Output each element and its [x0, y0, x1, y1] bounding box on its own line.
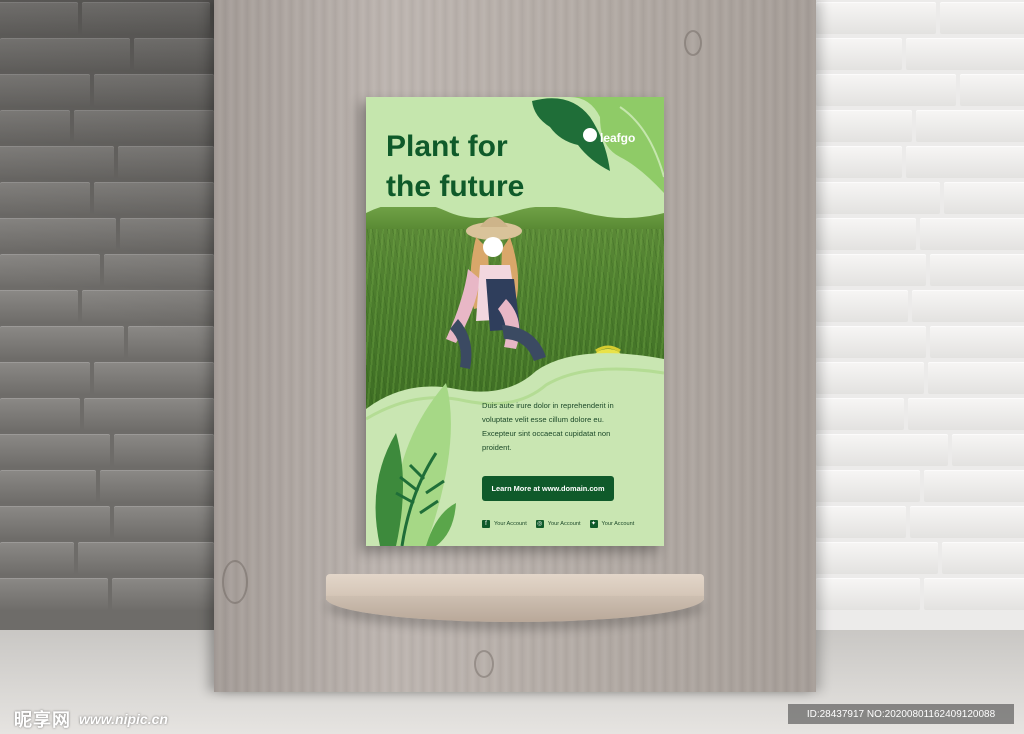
leafgo-logo-icon [583, 128, 597, 142]
social-accounts: f Your Account ◎ Your Account ✦ Your Acc… [482, 520, 634, 528]
body-line: voluptate velit esse cillum dolore eu. [482, 415, 604, 424]
right-brick-wall [816, 0, 1024, 630]
headline-line-2: the future [386, 170, 525, 203]
site-logo: 昵享网 [14, 710, 71, 730]
social-twitter: ✦ Your Account [589, 520, 635, 528]
social-facebook: f Your Account [482, 520, 527, 528]
social-label: Your Account [601, 521, 635, 527]
bottom-left-leaves [375, 383, 456, 546]
facebook-icon: f [482, 520, 490, 528]
top-right-leaves [532, 97, 664, 193]
twitter-icon: ✦ [589, 520, 598, 528]
headline-line-1: Plant for [386, 130, 508, 163]
social-label: Your Account [547, 521, 581, 527]
image-id-watermark: ID:28437917 NO:20200801162409120088 [788, 704, 1014, 724]
social-label: Your Account [494, 521, 527, 527]
poster-body-text: Duis aute irure dolor in reprehenderit i… [482, 399, 652, 455]
body-line: Excepteur sint occaecat cupidatat non [482, 429, 611, 438]
poster: Plant for the future leafgo Duis aute ir… [366, 97, 664, 546]
wall-shelf [326, 574, 704, 626]
social-instagram: ◎ Your Account [535, 520, 581, 528]
site-url: www.nipic.cn [79, 711, 168, 727]
instagram-icon: ◎ [535, 520, 544, 528]
brand-name: leafgo [600, 131, 636, 145]
body-line: Duis aute irure dolor in reprehenderit i… [482, 401, 614, 410]
left-brick-wall [0, 0, 214, 630]
learn-more-button: Learn More at www.domain.com [482, 476, 614, 501]
site-watermark: 昵享网 www.nipic.cn [14, 706, 168, 732]
body-line: proident. [482, 443, 512, 452]
